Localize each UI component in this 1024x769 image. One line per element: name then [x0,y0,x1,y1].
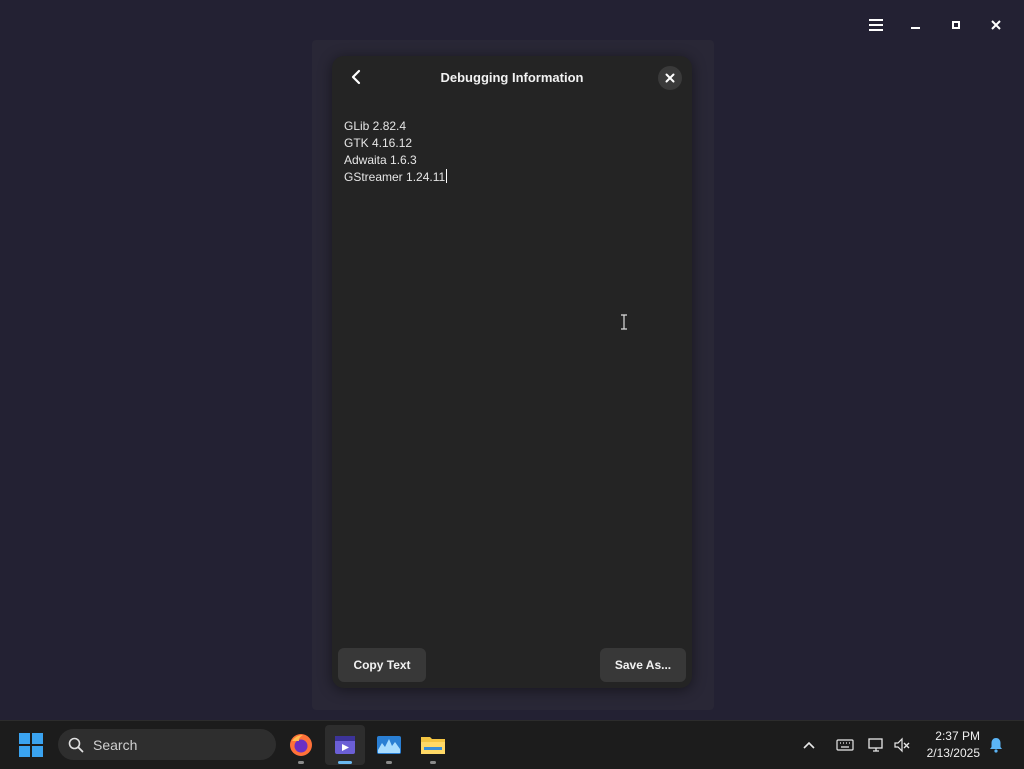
tray-chevron-up-icon[interactable] [802,721,816,769]
debug-line: GLib 2.82.4 [344,119,407,133]
taskbar-clock[interactable]: 2:37 PM 2/13/2025 [927,728,980,762]
keyboard-icon[interactable] [836,721,854,769]
debug-text-view[interactable]: GLib 2.82.4 GTK 4.16.12 Adwaita 1.6.3 GS… [344,118,680,628]
debugging-info-dialog: Debugging Information GLib 2.82.4 GTK 4.… [332,56,692,688]
taskbar-app-audio[interactable] [369,725,409,765]
app-indicator [386,761,392,764]
dialog-close-button[interactable] [658,66,682,90]
app-indicator [338,761,352,764]
window-controls [856,12,1016,38]
text-caret [446,169,448,183]
volume-muted-icon[interactable] [893,721,911,769]
folder-icon [421,737,445,754]
windows-logo-icon [19,733,43,757]
app-indicator [298,761,304,764]
save-as-button[interactable]: Save As... [600,648,686,682]
taskbar: Search 2:37 PM 2/13/2025 [0,720,1024,769]
taskbar-app-file-explorer[interactable] [413,725,453,765]
close-icon [665,73,675,83]
debug-line: GStreamer 1.24.11 [344,170,446,184]
dialog-title: Debugging Information [440,70,584,85]
firefox-icon [290,734,312,756]
ibeam-cursor-icon [620,314,628,335]
taskbar-app-firefox[interactable] [281,725,321,765]
minimize-icon[interactable] [896,12,936,38]
start-button[interactable] [18,732,44,758]
taskbar-app-video-editor[interactable] [325,725,365,765]
search-icon [68,737,84,753]
clock-time: 2:37 PM [935,729,980,743]
taskbar-search[interactable]: Search [58,729,276,760]
close-icon[interactable] [976,12,1016,38]
desktop: Debugging Information GLib 2.82.4 GTK 4.… [0,0,1024,720]
search-placeholder: Search [93,736,138,753]
debug-line: Adwaita 1.6.3 [344,153,417,167]
hamburger-menu-icon[interactable] [856,12,896,38]
network-icon[interactable] [867,721,885,769]
audio-app-icon [377,736,401,754]
maximize-icon[interactable] [936,12,976,38]
copy-text-button[interactable]: Copy Text [338,648,426,682]
clock-date: 2/13/2025 [926,746,980,760]
debug-line: GTK 4.16.12 [344,136,413,150]
app-indicator [430,761,436,764]
dialog-header: Debugging Information [332,56,692,100]
notification-bell-icon[interactable] [987,721,1005,769]
video-editor-icon [335,736,355,754]
